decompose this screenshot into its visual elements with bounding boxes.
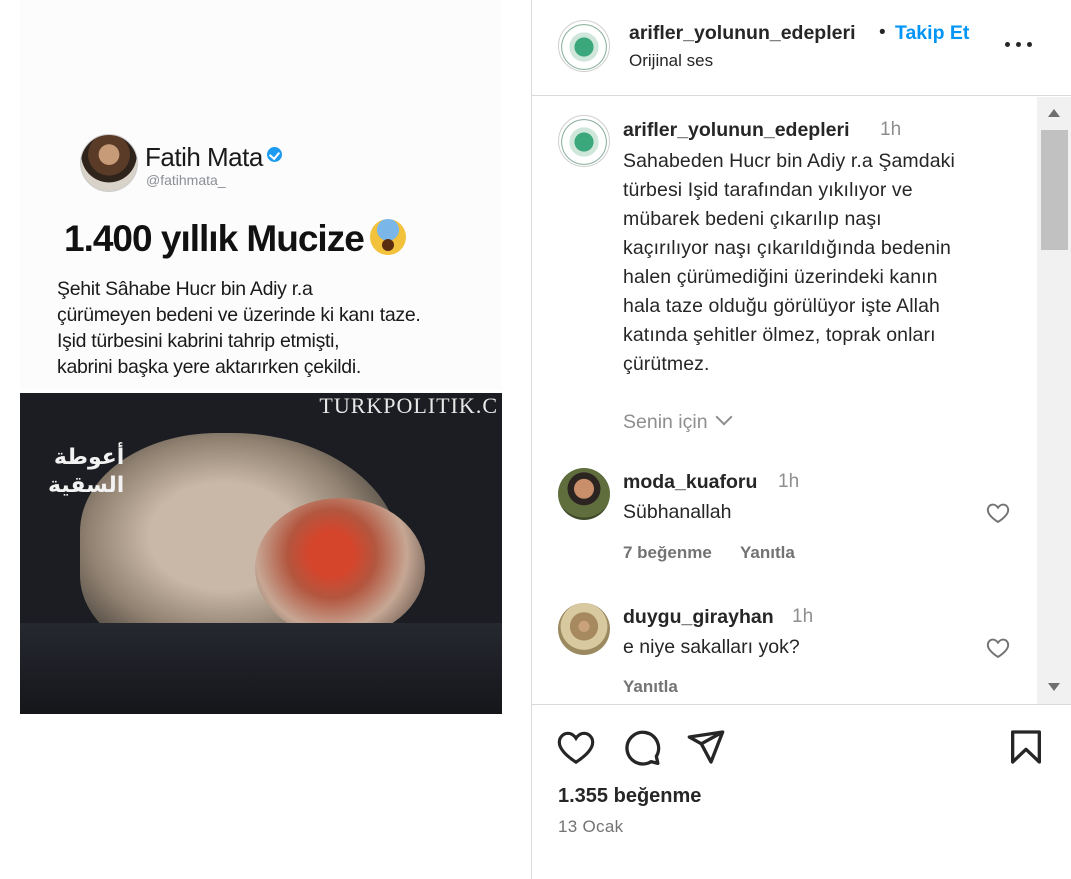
reply-button[interactable]: Yanıtla <box>623 677 678 697</box>
comment-time[interactable]: 1h <box>792 606 813 628</box>
bookmark-icon[interactable] <box>1006 727 1046 767</box>
comment-text: Sübhanallah <box>623 501 732 523</box>
comment-username[interactable]: duygu_girayhan <box>623 606 774 629</box>
tweet-screenshot: Fatih Mata @fatihmata_ 1.400 yıllık Muci… <box>20 0 502 390</box>
comment-likes[interactable]: 7 beğenme <box>623 543 712 563</box>
post-media[interactable]: Fatih Mata @fatihmata_ 1.400 yıllık Muci… <box>0 0 531 879</box>
post-details-panel: arifler_yolunun_edepleri • Takip Et Orij… <box>531 0 1071 879</box>
comment-username[interactable]: moda_kuaforu <box>623 471 757 494</box>
scroll-up-arrow-icon[interactable] <box>1048 109 1060 117</box>
tweet-handle: @fatihmata_ <box>146 172 226 188</box>
tweet-avatar <box>80 134 138 192</box>
header-separator: • <box>879 22 886 43</box>
post-date[interactable]: 13 Ocak <box>558 817 623 837</box>
chevron-down-icon <box>715 408 733 426</box>
tweet-author-name: Fatih Mata <box>145 142 282 173</box>
video-shadow <box>20 623 502 714</box>
heart-icon[interactable] <box>985 500 1011 526</box>
avatar[interactable] <box>558 468 610 520</box>
verified-badge-icon <box>266 147 282 162</box>
post-actions: 1.355 beğenme 13 Ocak <box>532 704 1071 879</box>
heart-icon[interactable] <box>985 635 1011 661</box>
comment-icon[interactable] <box>622 727 662 767</box>
video-frame[interactable]: TURKPOLITIK.C أعوطة السقية <box>20 393 502 714</box>
share-icon[interactable] <box>686 727 726 767</box>
post-header: arifler_yolunun_edepleri • Takip Et Orij… <box>532 0 1071 96</box>
video-watermark: TURKPOLITIK.C <box>319 393 498 418</box>
caption-avatar[interactable] <box>558 115 610 167</box>
comment-text: e niye sakalları yok? <box>623 636 800 658</box>
tweet-body: Şehit Sâhabe Hucr bin Adiy r.a çürümeyen… <box>57 278 421 378</box>
video-arabic-caption: أعوطة السقية <box>48 444 125 497</box>
comments-scrollbar[interactable] <box>1037 97 1071 704</box>
follow-button[interactable]: Takip Et <box>895 22 969 45</box>
audio-label[interactable]: Orijinal ses <box>629 51 713 71</box>
video-subject <box>255 498 425 638</box>
for-you-dropdown[interactable]: Senin için <box>623 408 733 434</box>
comment-time[interactable]: 1h <box>778 471 799 493</box>
reply-button[interactable]: Yanıtla <box>740 543 795 563</box>
caption-text: Sahabeden Hucr bin Adiy r.a Şamdaki türb… <box>623 150 955 375</box>
like-count[interactable]: 1.355 beğenme <box>558 785 701 808</box>
caption-time[interactable]: 1h <box>880 119 901 141</box>
comments-list[interactable]: arifler_yolunun_edepleri 1h Sahabeden Hu… <box>532 97 1071 704</box>
author-username[interactable]: arifler_yolunun_edepleri <box>629 22 856 45</box>
scroll-down-arrow-icon[interactable] <box>1048 683 1060 691</box>
scream-emoji-icon <box>369 219 406 255</box>
more-options-icon[interactable] <box>1002 33 1036 53</box>
avatar[interactable] <box>558 603 610 655</box>
author-avatar[interactable] <box>558 20 610 72</box>
caption-username[interactable]: arifler_yolunun_edepleri <box>623 119 850 142</box>
heart-icon[interactable] <box>556 727 596 767</box>
scrollbar-thumb[interactable] <box>1041 130 1068 250</box>
tweet-title: 1.400 yıllık Mucize <box>64 218 406 260</box>
